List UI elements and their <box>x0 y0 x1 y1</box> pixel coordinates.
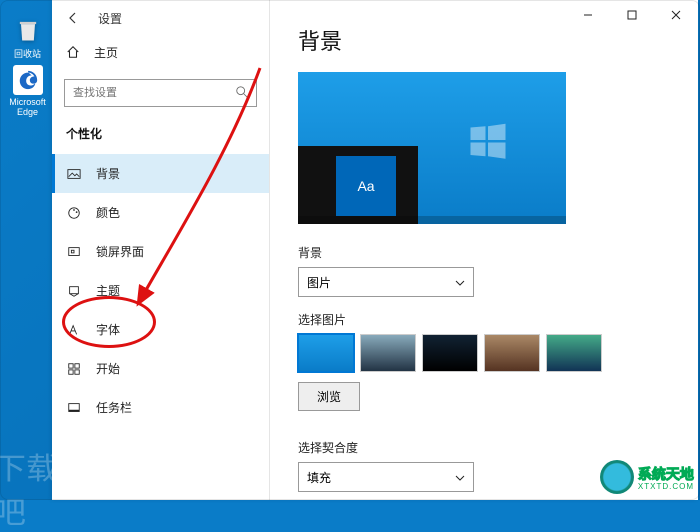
fit-dropdown[interactable]: 填充 <box>298 462 474 492</box>
palette-icon <box>66 205 82 221</box>
choose-picture-label: 选择图片 <box>298 311 670 328</box>
desktop-icon-edge[interactable]: Microsoft Edge <box>5 65 50 117</box>
chevron-down-icon <box>455 472 465 482</box>
recycle-bin-icon <box>13 15 43 45</box>
dropdown-value: 图片 <box>307 274 331 291</box>
desktop-icon-label: 回收站 <box>5 47 50 60</box>
back-button[interactable] <box>62 7 84 29</box>
close-button[interactable] <box>654 0 698 30</box>
background-type-dropdown[interactable]: 图片 <box>298 267 474 297</box>
wallpaper-preview: Aa <box>298 72 566 224</box>
windows-logo-icon <box>468 120 508 160</box>
theme-icon <box>66 283 82 299</box>
preview-start-tile: Aa <box>336 156 396 216</box>
sidebar-item-start[interactable]: 开始 <box>52 349 269 388</box>
thumbnail[interactable] <box>484 334 540 372</box>
maximize-button[interactable] <box>610 0 654 30</box>
chevron-down-icon <box>455 277 465 287</box>
edge-icon <box>13 65 43 95</box>
taskbar-icon <box>66 400 82 416</box>
thumbnail[interactable] <box>422 334 478 372</box>
fit-label: 选择契合度 <box>298 439 670 456</box>
start-grid-icon <box>66 361 82 377</box>
settings-main-panel: 背景 Aa 背景 图片 选择图片 <box>270 0 698 500</box>
titlebar: 设置 <box>52 0 269 36</box>
thumbnail[interactable] <box>298 334 354 372</box>
thumbnail[interactable] <box>546 334 602 372</box>
sidebar-item-label: 字体 <box>96 321 120 338</box>
browse-button[interactable]: 浏览 <box>298 382 360 411</box>
sidebar-item-label: 任务栏 <box>96 399 132 416</box>
background-label: 背景 <box>298 244 670 261</box>
picture-thumbnails <box>298 334 670 372</box>
sidebar-item-label: 背景 <box>96 165 120 182</box>
sidebar-item-taskbar[interactable]: 任务栏 <box>52 388 269 427</box>
picture-icon <box>66 166 82 182</box>
dropdown-value: 填充 <box>307 469 331 486</box>
sidebar-item-label: 主题 <box>96 282 120 299</box>
desktop-icon-label: Microsoft Edge <box>5 97 50 117</box>
window-controls <box>566 0 698 30</box>
home-icon <box>66 45 82 61</box>
sidebar-item-label: 颜色 <box>96 204 120 221</box>
font-icon <box>66 322 82 338</box>
minimize-button[interactable] <box>566 0 610 30</box>
lock-icon <box>66 244 82 260</box>
sidebar-item-label: 开始 <box>96 360 120 377</box>
annotation-arrow <box>120 60 270 320</box>
desktop-icon-recycle-bin[interactable]: 回收站 <box>5 15 50 60</box>
app-title: 设置 <box>98 10 122 27</box>
thumbnail[interactable] <box>360 334 416 372</box>
preview-taskbar <box>298 216 566 224</box>
home-label: 主页 <box>94 44 118 61</box>
